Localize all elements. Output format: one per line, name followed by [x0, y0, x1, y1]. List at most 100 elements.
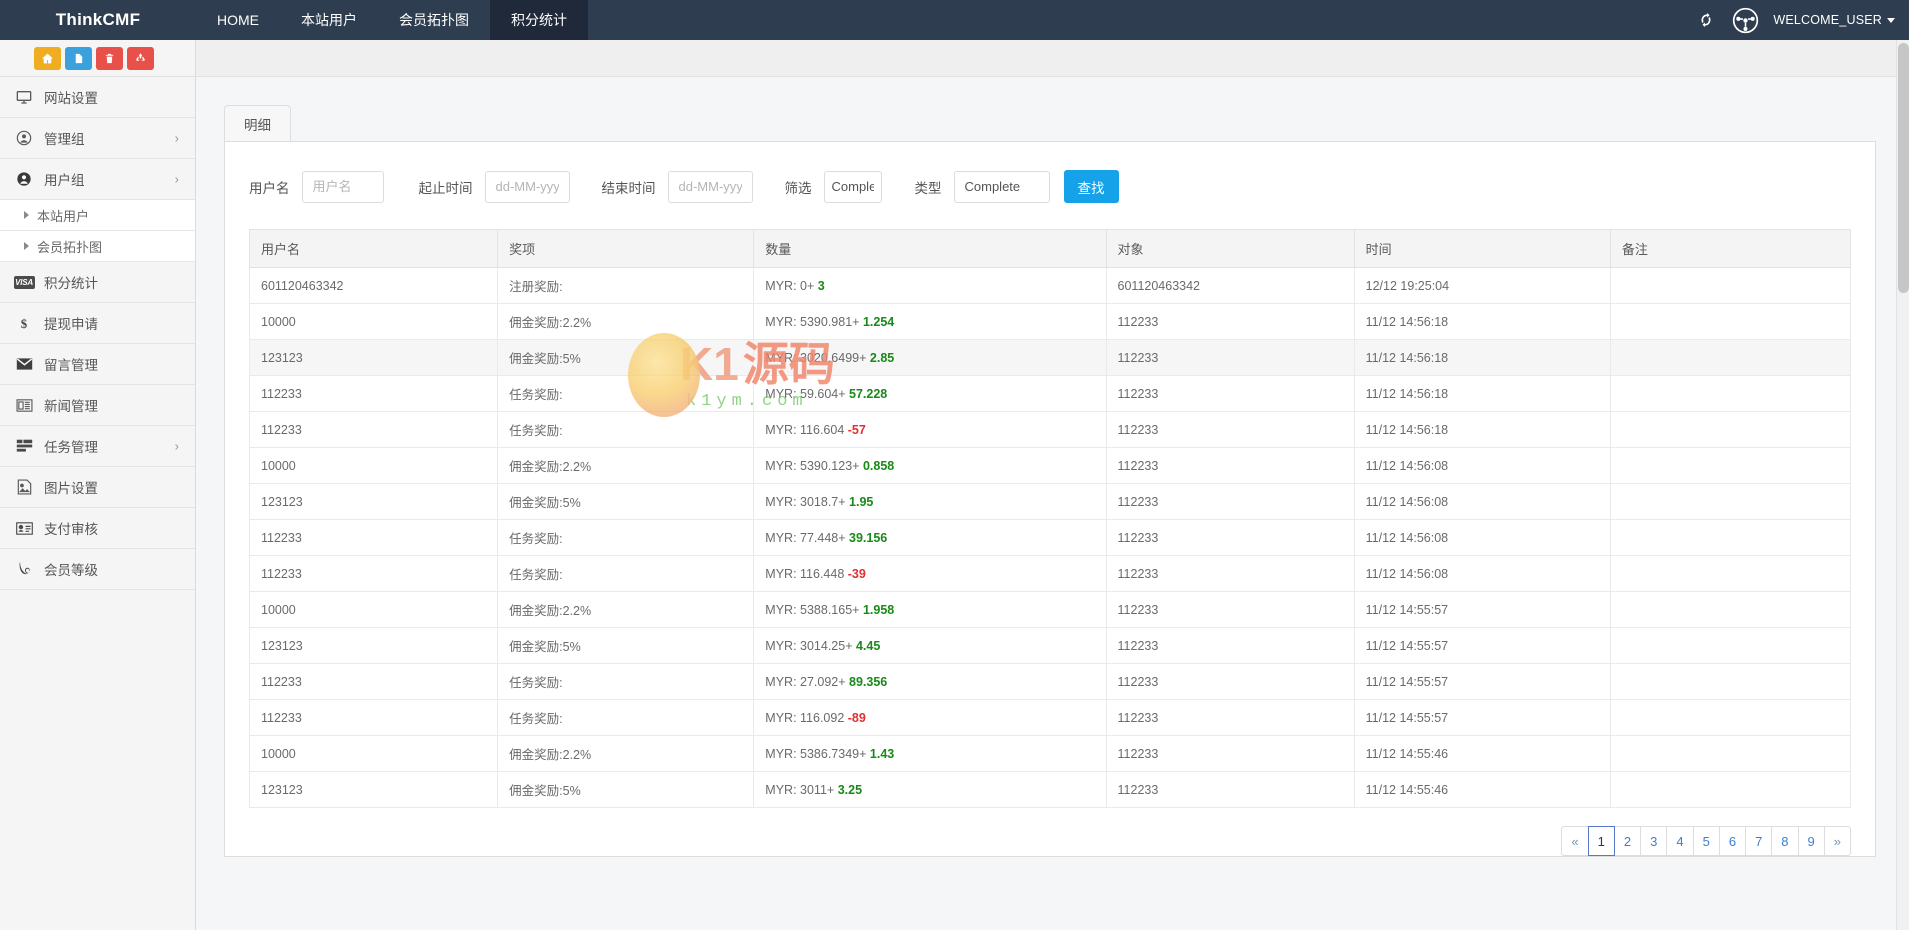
pagination-prev[interactable]: « — [1561, 826, 1588, 856]
pagination-next[interactable]: » — [1824, 826, 1851, 856]
cell-time: 11/12 14:55:46 — [1354, 772, 1610, 808]
pagination-page-1[interactable]: 1 — [1588, 826, 1615, 856]
sidebar-item-label: 用户组 — [44, 169, 85, 189]
file-icon[interactable] — [65, 47, 92, 70]
cell-note — [1610, 376, 1850, 412]
filter-select-label: 筛选 — [785, 177, 812, 197]
amount-base: MYR: 5390.123+ — [765, 459, 863, 473]
network-globe-icon[interactable] — [1731, 6, 1759, 34]
cell-username: 112233 — [250, 520, 498, 556]
cell-award: 佣金奖励:2.2% — [498, 736, 754, 772]
table-row: 123123佣金奖励:5%MYR: 3020.6499+ 2.851122331… — [250, 340, 1851, 376]
cell-note — [1610, 736, 1850, 772]
pagination-page-5[interactable]: 5 — [1693, 826, 1720, 856]
cell-object: 112233 — [1106, 376, 1354, 412]
pagination: «123456789» — [1562, 826, 1851, 856]
sidebar-item-11[interactable]: 支付审核 — [0, 508, 195, 549]
sidebar-item-6[interactable]: $提现申请 — [0, 303, 195, 344]
refresh-icon[interactable] — [1695, 9, 1717, 31]
sidebar-subitem-4[interactable]: 会员拓扑图 — [0, 231, 195, 262]
sidebar-item-7[interactable]: 留言管理 — [0, 344, 195, 385]
type-select-label: 类型 — [915, 177, 942, 197]
amount-delta: -89 — [848, 711, 866, 725]
cell-award: 佣金奖励:5% — [498, 340, 754, 376]
cell-amount: MYR: 3014.25+ 4.45 — [754, 628, 1106, 664]
trash-icon[interactable] — [96, 47, 123, 70]
cell-amount: MYR: 3020.6499+ 2.85 — [754, 340, 1106, 376]
pagination-page-7[interactable]: 7 — [1745, 826, 1772, 856]
end-date-input[interactable] — [668, 171, 753, 203]
cell-award: 任务奖励: — [498, 412, 754, 448]
cell-username: 10000 — [250, 592, 498, 628]
table-header-cell-2: 数量 — [754, 230, 1106, 268]
sidebar-item-1[interactable]: 管理组› — [0, 118, 195, 159]
user-menu[interactable]: WELCOME_USER — [1773, 13, 1895, 27]
svg-text:$: $ — [21, 317, 28, 331]
cell-username: 10000 — [250, 736, 498, 772]
vertical-scrollbar[interactable] — [1896, 40, 1909, 930]
filter-select[interactable] — [824, 171, 882, 203]
cell-amount: MYR: 116.448 -39 — [754, 556, 1106, 592]
pagination-page-2[interactable]: 2 — [1614, 826, 1641, 856]
end-time-label: 结束时间 — [602, 177, 656, 197]
cell-time: 11/12 14:55:57 — [1354, 700, 1610, 736]
table-row: 601120463342注册奖励:MYR: 0+ 360112046334212… — [250, 268, 1851, 304]
sidebar-item-5[interactable]: VISA积分统计 — [0, 262, 195, 303]
cell-note — [1610, 664, 1850, 700]
cell-username: 10000 — [250, 448, 498, 484]
cell-time: 11/12 14:56:08 — [1354, 520, 1610, 556]
nav-item-0[interactable]: HOME — [196, 0, 280, 40]
username-input[interactable] — [302, 171, 384, 203]
table-row: 10000佣金奖励:2.2%MYR: 5390.123+ 0.858112233… — [250, 448, 1851, 484]
tab-detail[interactable]: 明细 — [224, 105, 291, 141]
amount-delta: 1.95 — [849, 495, 873, 509]
primary-nav: HOME本站用户会员拓扑图积分统计 — [196, 0, 588, 40]
nav-item-3[interactable]: 积分统计 — [490, 0, 588, 40]
pagination-page-9[interactable]: 9 — [1798, 826, 1825, 856]
cell-object: 112233 — [1106, 520, 1354, 556]
pagination-page-4[interactable]: 4 — [1666, 826, 1693, 856]
home-icon[interactable] — [34, 47, 61, 70]
brand-logo[interactable]: ThinkCMF — [0, 0, 196, 40]
filter-form: 用户名 起止时间 结束时间 筛选 类型 查找 — [225, 142, 1875, 229]
cell-username: 123123 — [250, 340, 498, 376]
cell-username: 112233 — [250, 376, 498, 412]
scrollbar-thumb[interactable] — [1898, 43, 1909, 293]
cell-time: 11/12 14:55:46 — [1354, 736, 1610, 772]
nav-item-2[interactable]: 会员拓扑图 — [378, 0, 490, 40]
cell-award: 任务奖励: — [498, 556, 754, 592]
cell-object: 112233 — [1106, 772, 1354, 808]
type-select[interactable] — [954, 171, 1050, 203]
navbar-right-actions: WELCOME_USER — [1695, 0, 1909, 40]
nav-item-1[interactable]: 本站用户 — [280, 0, 378, 40]
pagination-page-6[interactable]: 6 — [1719, 826, 1746, 856]
sidebar-item-8[interactable]: 新闻管理 — [0, 385, 195, 426]
sidebar-item-label: 任务管理 — [44, 436, 98, 456]
cell-note — [1610, 628, 1850, 664]
cell-object: 112233 — [1106, 412, 1354, 448]
sidebar-item-12[interactable]: 会员等级 — [0, 549, 195, 590]
sidebar-subitem-3[interactable]: 本站用户 — [0, 200, 195, 231]
cell-time: 11/12 14:55:57 — [1354, 628, 1610, 664]
sidebar-item-10[interactable]: 图片设置 — [0, 467, 195, 508]
table-row: 10000佣金奖励:2.2%MYR: 5388.165+ 1.958112233… — [250, 592, 1851, 628]
pagination-page-8[interactable]: 8 — [1771, 826, 1798, 856]
amount-delta: 0.858 — [863, 459, 894, 473]
table-body: 601120463342注册奖励:MYR: 0+ 360112046334212… — [250, 268, 1851, 808]
pagination-page-3[interactable]: 3 — [1640, 826, 1667, 856]
cell-note — [1610, 700, 1850, 736]
sidebar-item-label: 管理组 — [44, 128, 85, 148]
username-label: 用户名 — [249, 177, 290, 197]
amount-base: MYR: 59.604+ — [765, 387, 849, 401]
recycle-icon[interactable] — [127, 47, 154, 70]
caret-right-icon — [24, 211, 29, 219]
cell-time: 11/12 14:56:18 — [1354, 376, 1610, 412]
cell-amount: MYR: 5390.981+ 1.254 — [754, 304, 1106, 340]
list-icon — [13, 437, 35, 455]
sidebar-item-0[interactable]: 网站设置 — [0, 77, 195, 118]
sidebar-item-2[interactable]: 用户组› — [0, 159, 195, 200]
amount-delta: 1.958 — [863, 603, 894, 617]
search-button[interactable]: 查找 — [1064, 170, 1119, 203]
sidebar-item-9[interactable]: 任务管理› — [0, 426, 195, 467]
start-date-input[interactable] — [485, 171, 570, 203]
